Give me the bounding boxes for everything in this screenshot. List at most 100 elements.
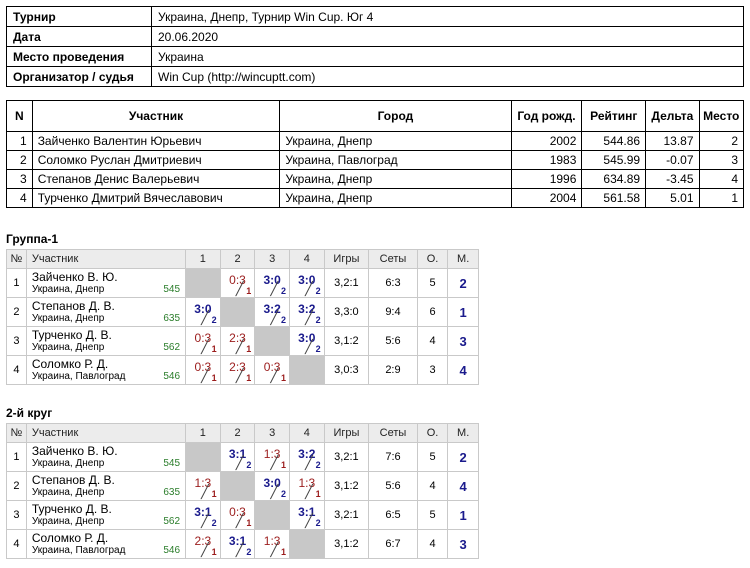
- participant-city: Украина, Павлоград: [279, 150, 512, 170]
- player-name: Зайченко В. Ю.: [31, 443, 118, 458]
- col-header-opponent-2: 2: [219, 249, 256, 269]
- match-result-cell: 3:1 ╱ 2: [288, 500, 325, 530]
- games-value: 3,1:2: [323, 326, 370, 356]
- match-result-cell: 2:3 ╱ 1: [219, 326, 256, 356]
- participant-delta: -3.45: [645, 169, 700, 189]
- player-sub: Украина, Днепр 562: [32, 516, 180, 528]
- participant-delta: -0.07: [645, 150, 700, 170]
- col-header-birth-year: Год рожд.: [510, 100, 583, 132]
- participants-header-row: N Участник Город Год рожд. Рейтинг Дельт…: [6, 100, 745, 132]
- participant-row: 4 Турченко Дмитрий Вячеславович Украина, Д…: [6, 188, 745, 208]
- match-result-cell: 1:3 ╱ 1: [254, 529, 290, 559]
- participant-birth-year: 2002: [510, 131, 583, 151]
- participant-place: 4: [698, 169, 745, 189]
- row-number: 2: [6, 471, 27, 501]
- info-value: 20.06.2020: [151, 26, 744, 47]
- info-row-date: Дата 20.06.2020: [6, 26, 744, 47]
- place-value: 2: [447, 268, 479, 298]
- place-value: 1: [447, 297, 479, 327]
- score-divider: ╱: [235, 513, 244, 528]
- participant-delta: 13.87: [645, 131, 700, 151]
- score-divider: ╱: [304, 455, 313, 470]
- participant-birth-year: 1996: [510, 169, 583, 189]
- col-header-place: Место: [698, 100, 745, 132]
- player-city: Украина, Днепр: [31, 283, 105, 295]
- sets-value: 9:4: [368, 297, 418, 327]
- match-points: 2: [246, 460, 252, 470]
- match-result-cell: 3:2 ╱ 2: [288, 297, 325, 327]
- match-points: 1: [246, 344, 252, 354]
- col-header-opponent-1: 1: [185, 423, 221, 443]
- participant-number: 4: [6, 188, 33, 208]
- match-result-cell: 3:2 ╱ 2: [288, 442, 325, 472]
- match-result-cell: 3:1 ╱ 2: [219, 442, 256, 472]
- sets-value: 6:3: [368, 268, 418, 298]
- col-header-participant: Участник: [31, 100, 281, 132]
- score-divider: ╱: [235, 455, 244, 470]
- self-match-cell: [288, 355, 325, 385]
- match-points: 2: [315, 460, 321, 470]
- group-row: 3 Турченко Д. В. Украина, Днепр 562 3:1 ╱ 2 0:3…: [6, 500, 479, 530]
- match-points: 1: [280, 547, 286, 557]
- match-points: 1: [211, 489, 217, 499]
- player-sub: Украина, Днепр 545: [32, 284, 180, 296]
- participant-rating: 561.58: [581, 188, 647, 208]
- points-value: 4: [416, 529, 449, 559]
- player-cell: Турченко Д. В. Украина, Днепр 562: [25, 500, 187, 530]
- participant-name: Турченко Дмитрий Вячеславович: [31, 188, 281, 208]
- group-row: 2 Степанов Д. В. Украина, Днепр 635 3:0 ╱ 2 3:2…: [6, 297, 479, 327]
- match-points: 2: [315, 315, 321, 325]
- group-1-table: № Участник 1 2 3 4 Игры Сеты О. М. 1 Зайченко В. Ю.…: [6, 249, 479, 385]
- score-divider: ╱: [201, 339, 209, 354]
- match-result-cell: 1:3 ╱ 1: [254, 442, 290, 472]
- col-header-num: №: [6, 249, 27, 269]
- row-number: 4: [6, 355, 27, 385]
- participant-city: Украина, Днепр: [279, 188, 512, 208]
- row-number: 1: [6, 442, 27, 472]
- player-cell: Соломко Р. Д. Украина, Павлоград 546: [25, 529, 187, 559]
- col-header-participant: Участник: [25, 423, 187, 443]
- match-points: 1: [246, 518, 252, 528]
- info-value: Украина: [151, 46, 744, 67]
- score-divider: ╱: [235, 542, 244, 557]
- player-sub: Украина, Павлоград 546: [32, 545, 180, 557]
- score-divider: ╱: [270, 281, 279, 296]
- match-points: 1: [246, 286, 252, 296]
- row-number: 3: [6, 500, 27, 530]
- score-divider: ╱: [235, 281, 244, 296]
- place-value: 4: [447, 471, 479, 501]
- games-value: 3,1:2: [323, 471, 370, 501]
- player-city: Украина, Днепр: [31, 486, 105, 498]
- col-header-opponent-2: 2: [219, 423, 256, 443]
- score-divider: ╱: [304, 310, 313, 325]
- score-divider: ╱: [270, 310, 279, 325]
- col-header-opponent-3: 3: [254, 423, 290, 443]
- score-divider: ╱: [235, 368, 244, 383]
- group-row: 4 Соломко Р. Д. Украина, Павлоград 546 2:3 ╱ 1…: [6, 529, 479, 559]
- info-row-tournament: Турнир Украина, Днепр, Турнир Win Cup. Ю…: [6, 6, 744, 27]
- match-result-cell: 3:1 ╱ 2: [219, 529, 256, 559]
- player-name: Зайченко В. Ю.: [31, 269, 118, 284]
- participants-table: N Участник Город Год рожд. Рейтинг Дельт…: [6, 100, 745, 208]
- participant-name: Степанов Денис Валерьевич: [31, 169, 281, 189]
- score-divider: ╱: [201, 484, 209, 499]
- place-value: 3: [447, 529, 479, 559]
- info-value: Украина, Днепр, Турнир Win Cup. Юг 4: [151, 6, 744, 27]
- participant-rating: 545.99: [581, 150, 647, 170]
- games-value: 3,3:0: [323, 297, 370, 327]
- player-rating: 546: [163, 370, 181, 382]
- self-match-cell: [219, 471, 256, 501]
- player-sub: Украина, Днепр 562: [32, 342, 180, 354]
- info-label: Турнир: [6, 6, 152, 27]
- player-city: Украина, Днепр: [31, 515, 105, 527]
- col-header-games: Игры: [323, 423, 370, 443]
- participant-place: 2: [698, 131, 745, 151]
- participant-name: Зайченко Валентин Юрьевич: [31, 131, 281, 151]
- match-points: 1: [246, 373, 252, 383]
- match-result-cell: 3:0 ╱ 2: [254, 471, 290, 501]
- match-points: 2: [211, 518, 217, 528]
- info-label: Дата: [6, 26, 152, 47]
- player-name: Соломко Р. Д.: [31, 530, 109, 545]
- participant-delta: 5.01: [645, 188, 700, 208]
- match-points: 2: [280, 489, 286, 499]
